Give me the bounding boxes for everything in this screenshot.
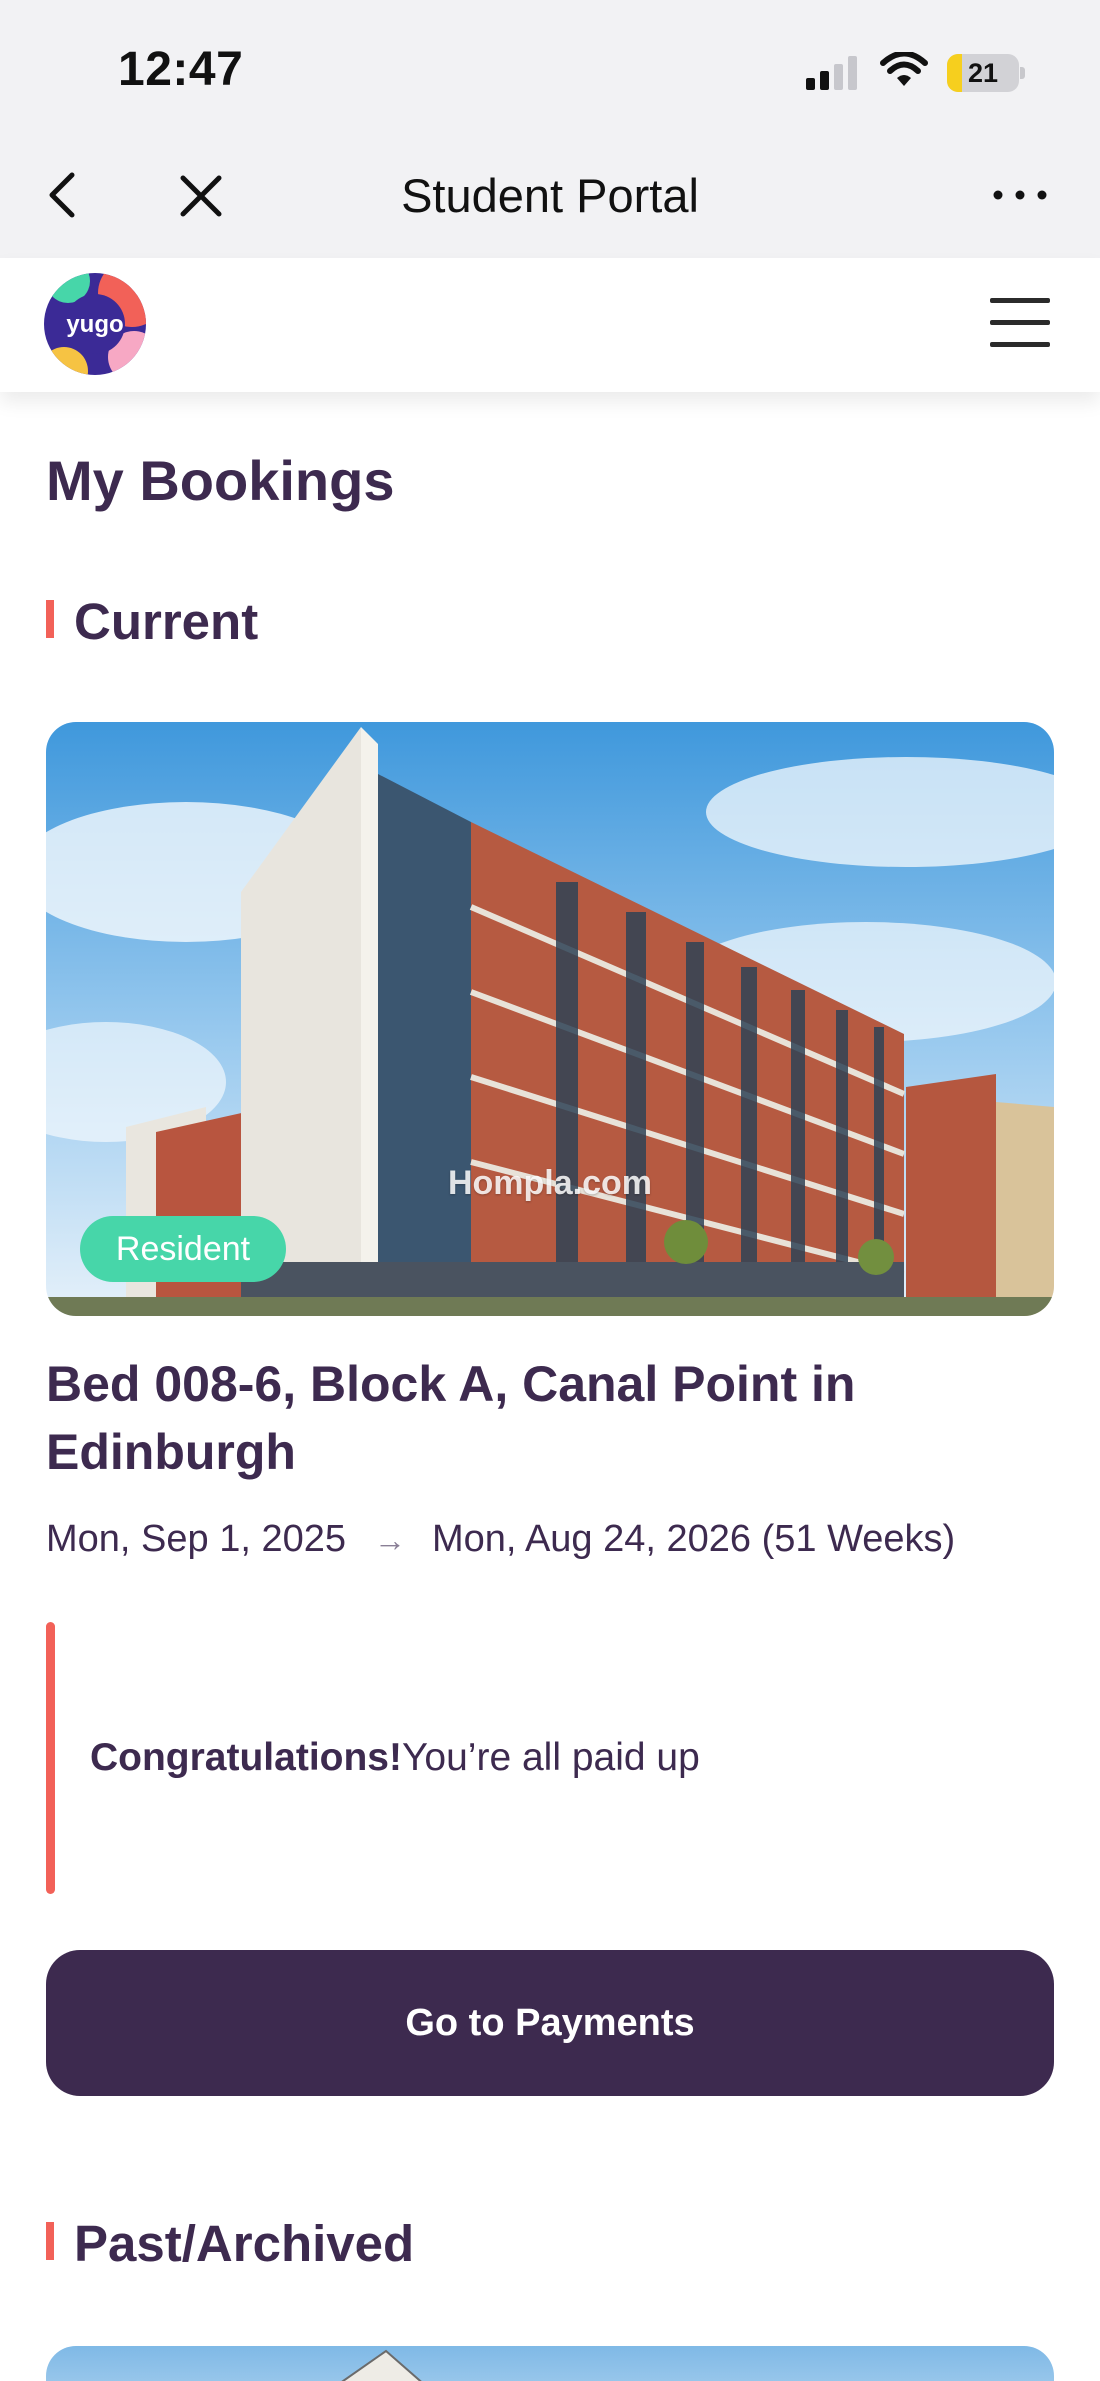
notice-message: Congratulations!You’re all paid up xyxy=(90,1736,700,1780)
site-header: yugo xyxy=(0,258,1100,392)
yugo-logo[interactable]: yugo xyxy=(44,273,146,375)
browser-nav-bar: Student Portal xyxy=(0,135,1100,258)
hamburger-menu-icon[interactable] xyxy=(988,293,1052,353)
wifi-icon xyxy=(880,52,928,86)
notice-bold: Congratulations! xyxy=(90,1736,402,1779)
section-accent-bar xyxy=(46,2222,54,2260)
image-watermark: Hompla.com xyxy=(447,1164,653,1202)
payment-notice: Congratulations!You’re all paid up xyxy=(46,1622,1054,1894)
status-time: 12:47 xyxy=(118,43,244,96)
cellular-signal-icon xyxy=(806,56,857,90)
page-title-bar: Student Portal xyxy=(401,169,699,222)
arrow-right-icon: → xyxy=(374,1522,406,1558)
section-current-label: Current xyxy=(74,593,259,650)
more-horizontal-icon[interactable] xyxy=(990,175,1050,215)
notice-text: You’re all paid up xyxy=(401,1736,700,1779)
start-date: Mon, Sep 1, 2025 xyxy=(46,1518,346,1560)
booking-dates: Mon, Sep 1, 2025 → Mon, Aug 24, 2026 (51 W… xyxy=(46,1518,955,1561)
section-accent-bar xyxy=(46,600,54,638)
archived-booking-image[interactable] xyxy=(46,2346,1054,2381)
chevron-left-icon[interactable] xyxy=(40,165,84,225)
section-past-label: Past/Archived xyxy=(74,2215,415,2272)
logo-text: yugo xyxy=(66,311,123,338)
battery-label: 21 xyxy=(967,58,999,88)
go-to-payments-button[interactable]: Go to Payments xyxy=(46,1950,1054,2096)
end-date: Mon, Aug 24, 2026 (51 Weeks) xyxy=(432,1518,956,1560)
booking-image[interactable]: Hompla.com Resident xyxy=(46,722,1054,1316)
notice-accent-bar xyxy=(46,1622,55,1894)
page-heading: My Bookings xyxy=(46,449,395,512)
battery-icon: 21 xyxy=(947,54,1025,92)
booking-title[interactable]: Bed 008-6, Block A, Canal Point in Edinb… xyxy=(46,1350,1046,1486)
status-bar: 12:47 21 xyxy=(0,0,1100,135)
status-badge: Resident xyxy=(80,1216,286,1282)
archived-photo-top xyxy=(341,2349,422,2381)
close-icon[interactable] xyxy=(175,170,227,222)
